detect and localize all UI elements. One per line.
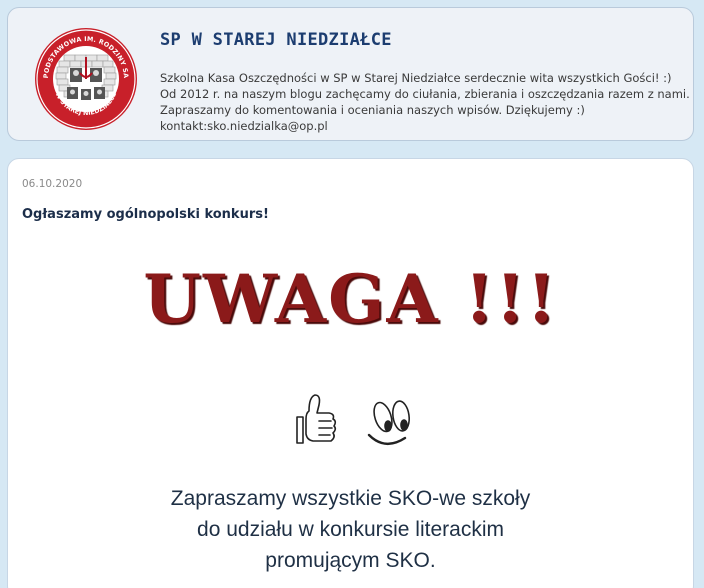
description-line: Od 2012 r. na naszym blogu zachęcamy do … <box>160 87 690 101</box>
post-date: 06.10.2020 <box>22 178 83 190</box>
post-headline: UWAGA !!! <box>143 260 558 338</box>
blog-header: SZKOŁA PODSTAWOWA IM. RODZINY SAJNÓGÓW W… <box>7 7 694 141</box>
post-title[interactable]: Ogłaszamy ogólnopolski konkurs! <box>22 207 269 222</box>
invite-line: Zapraszamy wszystkie SKO-we szkoły <box>170 487 531 510</box>
invite-line: promującym SKO. <box>265 549 436 572</box>
invite-line: do udziału w konkursie literackim <box>197 518 504 541</box>
thumbs-up-icon <box>296 394 337 444</box>
contact-email: kontakt:sko.niedzialka@op.pl <box>160 119 328 133</box>
blog-description: Szkolna Kasa Oszczędności w SP w Starej … <box>160 70 690 134</box>
post-invitation: Zapraszamy wszystkie SKO-we szkoły do ud… <box>8 483 693 576</box>
smiley-eyes-icon <box>367 400 410 445</box>
page: SZKOŁA PODSTAWOWA IM. RODZINY SAJNÓGÓW W… <box>0 0 704 588</box>
post-emojis <box>296 394 410 445</box>
school-emblem-icon[interactable]: SZKOŁA PODSTAWOWA IM. RODZINY SAJNÓGÓW W… <box>34 27 138 131</box>
description-line: Szkolna Kasa Oszczędności w SP w Starej … <box>160 71 672 85</box>
description-line: Zapraszamy do komentowania i oceniania n… <box>160 103 585 117</box>
blog-post: 06.10.2020 Ogłaszamy ogólnopolski konkur… <box>7 158 694 588</box>
blog-title[interactable]: SP W STAREJ NIEDZIAŁCE <box>160 30 392 50</box>
